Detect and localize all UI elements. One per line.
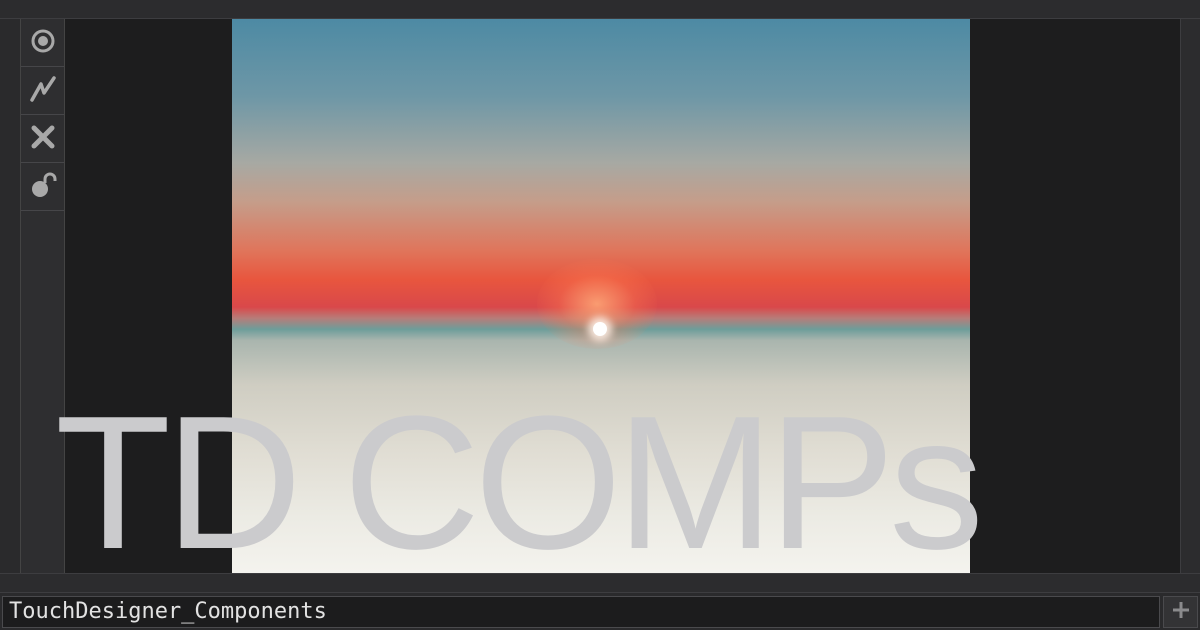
close-icon [31, 125, 55, 153]
bottom-scrollbar[interactable] [0, 573, 1200, 593]
unlock-icon [29, 171, 57, 203]
add-button[interactable] [1163, 596, 1198, 628]
view-icon [30, 28, 56, 58]
left-gutter [0, 19, 20, 573]
close-button[interactable] [21, 115, 64, 163]
title-overlay: TD COMPs [55, 377, 984, 589]
sun [593, 322, 607, 336]
lock-toggle-button[interactable] [21, 163, 64, 211]
pulse-button[interactable] [21, 67, 64, 115]
right-scrollbar[interactable] [1180, 19, 1200, 573]
view-toggle-button[interactable] [21, 19, 64, 67]
pulse-icon [29, 75, 57, 107]
component-path-field[interactable]: TouchDesigner_Components [2, 596, 1160, 628]
plus-icon [1171, 600, 1191, 624]
top-bar [0, 0, 1200, 19]
